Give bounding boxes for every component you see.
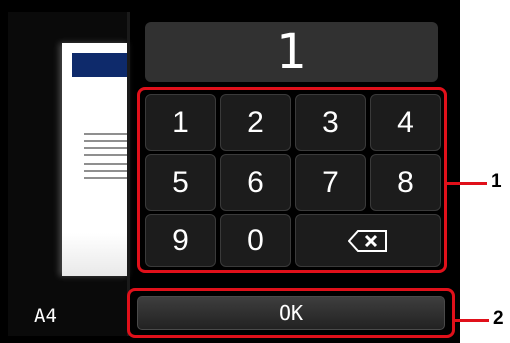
backspace-button[interactable] [295,214,441,267]
key-4[interactable]: 4 [370,94,441,151]
document-preview-pane [8,12,130,336]
number-display-field: 1 [145,22,438,82]
document-text-line [84,154,130,156]
key-9[interactable]: 9 [145,214,216,267]
document-text-line [84,147,130,149]
key-8[interactable]: 8 [370,154,441,211]
backspace-icon [348,229,387,252]
key-7[interactable]: 7 [295,154,366,211]
callout-number-2: 2 [493,308,504,329]
document-text-line [84,140,130,142]
paper-size-label: A4 [34,305,57,327]
document-text-line [84,163,130,165]
ok-highlight-frame: OK [127,288,455,338]
callout-line-2 [455,319,489,322]
key-0[interactable]: 0 [220,214,291,267]
document-lower-area [62,233,130,276]
document-text-line [84,170,130,172]
numeric-keypad: 1 2 3 4 5 6 7 8 9 0 [137,87,447,273]
printer-touch-screen: A4 1 1 2 3 4 5 6 7 8 9 0 OK [0,0,460,343]
document-text-line [84,133,130,135]
key-3[interactable]: 3 [295,94,366,151]
document-text-line [84,177,130,179]
document-thumbnail [62,43,130,276]
document-header-block [72,53,130,77]
pane-divider [127,12,130,336]
ok-button[interactable]: OK [137,296,445,330]
callout-number-1: 1 [491,171,502,192]
key-2[interactable]: 2 [220,94,291,151]
key-5[interactable]: 5 [145,154,216,211]
key-1[interactable]: 1 [145,94,216,151]
callout-line-1 [447,182,487,185]
key-6[interactable]: 6 [220,154,291,211]
